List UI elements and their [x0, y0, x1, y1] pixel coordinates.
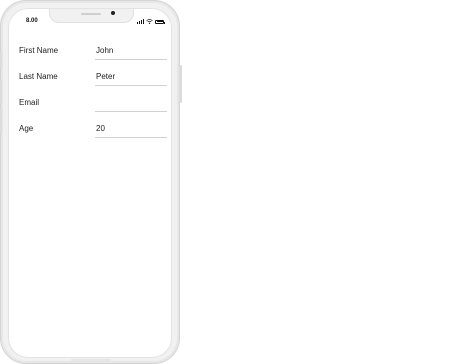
last-name-label: Last Name — [19, 72, 58, 81]
mute-switch — [0, 53, 2, 67]
notch — [49, 9, 134, 23]
status-bar-icons — [137, 19, 165, 24]
first-name-field[interactable] — [95, 42, 167, 60]
form-row-last-name: Last Name — [9, 63, 171, 89]
phone-frame: 8.00 First Name John Last Name Peter Ema… — [0, 0, 182, 364]
power-button — [179, 65, 182, 103]
age-label: Age — [19, 124, 34, 133]
email-label: Email — [19, 98, 40, 107]
email-field[interactable] — [95, 94, 167, 112]
bottom-bezel-mark — [71, 359, 111, 361]
form-row-age: Age — [9, 115, 171, 141]
first-name-label: First Name — [19, 46, 59, 55]
battery-icon — [155, 19, 165, 24]
speaker-grille — [81, 13, 101, 15]
last-name-field[interactable] — [95, 68, 167, 86]
wifi-icon — [146, 19, 153, 24]
form-row-email: Email — [9, 89, 171, 115]
age-field[interactable] — [95, 120, 167, 138]
volume-down-button — [0, 109, 2, 133]
form-row-first-name: First Name — [9, 37, 171, 63]
phone-screen: 8.00 First Name John Last Name Peter Ema… — [8, 8, 172, 358]
status-bar-time: 8.00 — [26, 18, 38, 24]
volume-up-button — [0, 79, 2, 103]
page: 8.00 First Name John Last Name Peter Ema… — [0, 0, 474, 364]
signal-icon — [137, 19, 144, 24]
form: First Name Last Name Email Age — [9, 37, 171, 141]
front-camera-icon — [111, 11, 115, 15]
